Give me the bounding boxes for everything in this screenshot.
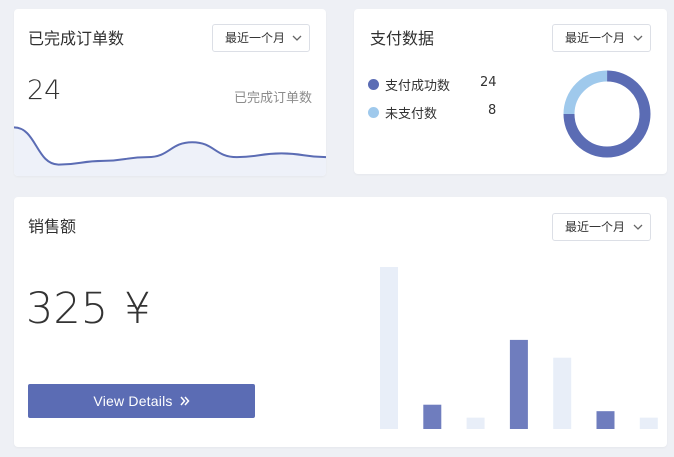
payments-period-select[interactable]: 最近一个月 <box>552 24 651 52</box>
sales-bar <box>509 339 528 429</box>
sales-bar <box>553 357 572 429</box>
orders-trend-area <box>14 127 326 176</box>
chevron-down-icon <box>633 25 643 51</box>
view-details-label: View Details <box>93 393 173 409</box>
payments-card-title: 支付数据 <box>370 29 435 48</box>
sales-card: 销售额 最近一个月 325 ¥ View Details <box>14 197 667 447</box>
sales-bar-chart <box>380 267 658 429</box>
orders-period-select-value: 最近一个月 <box>225 31 286 45</box>
sales-period-select[interactable]: 最近一个月 <box>552 213 651 241</box>
double-chevron-right-icon <box>180 396 190 406</box>
sales-bar <box>639 417 658 429</box>
chevron-down-icon <box>292 25 302 51</box>
orders-card: 已完成订单数 最近一个月 24 已完成订单数 <box>14 9 326 176</box>
sales-bar <box>596 411 615 429</box>
payments-period-select-value: 最近一个月 <box>565 31 626 45</box>
sales-currency: ¥ <box>123 284 152 334</box>
payments-legend-success: 支付成功数 24 <box>368 75 508 94</box>
view-details-button[interactable]: View Details <box>28 384 255 418</box>
sales-card-title: 销售额 <box>28 217 77 236</box>
legend-value: 8 <box>488 103 497 118</box>
orders-period-select[interactable]: 最近一个月 <box>212 24 310 52</box>
sales-bar <box>380 267 398 429</box>
legend-dot <box>368 107 379 118</box>
payments-donut-chart <box>563 70 651 158</box>
sales-period-select-value: 最近一个月 <box>565 220 626 234</box>
legend-value: 24 <box>480 75 497 90</box>
orders-card-title: 已完成订单数 <box>28 29 125 48</box>
orders-count: 24 <box>27 75 62 106</box>
legend-dot <box>368 79 379 90</box>
chevron-down-icon <box>633 214 643 240</box>
orders-caption: 已完成订单数 <box>233 91 312 106</box>
payments-card: 支付数据 最近一个月 支付成功数 24 未支付数 8 <box>354 9 667 174</box>
legend-label: 未支付数 <box>385 107 438 122</box>
sales-bar <box>423 404 442 429</box>
payments-legend-unpaid: 未支付数 8 <box>368 103 508 122</box>
sales-amount: 325 ¥ <box>26 284 151 334</box>
legend-label: 支付成功数 <box>385 79 451 94</box>
sales-bar <box>466 417 485 429</box>
sales-amount-value: 325 <box>26 284 109 334</box>
orders-trend-chart <box>14 126 326 176</box>
